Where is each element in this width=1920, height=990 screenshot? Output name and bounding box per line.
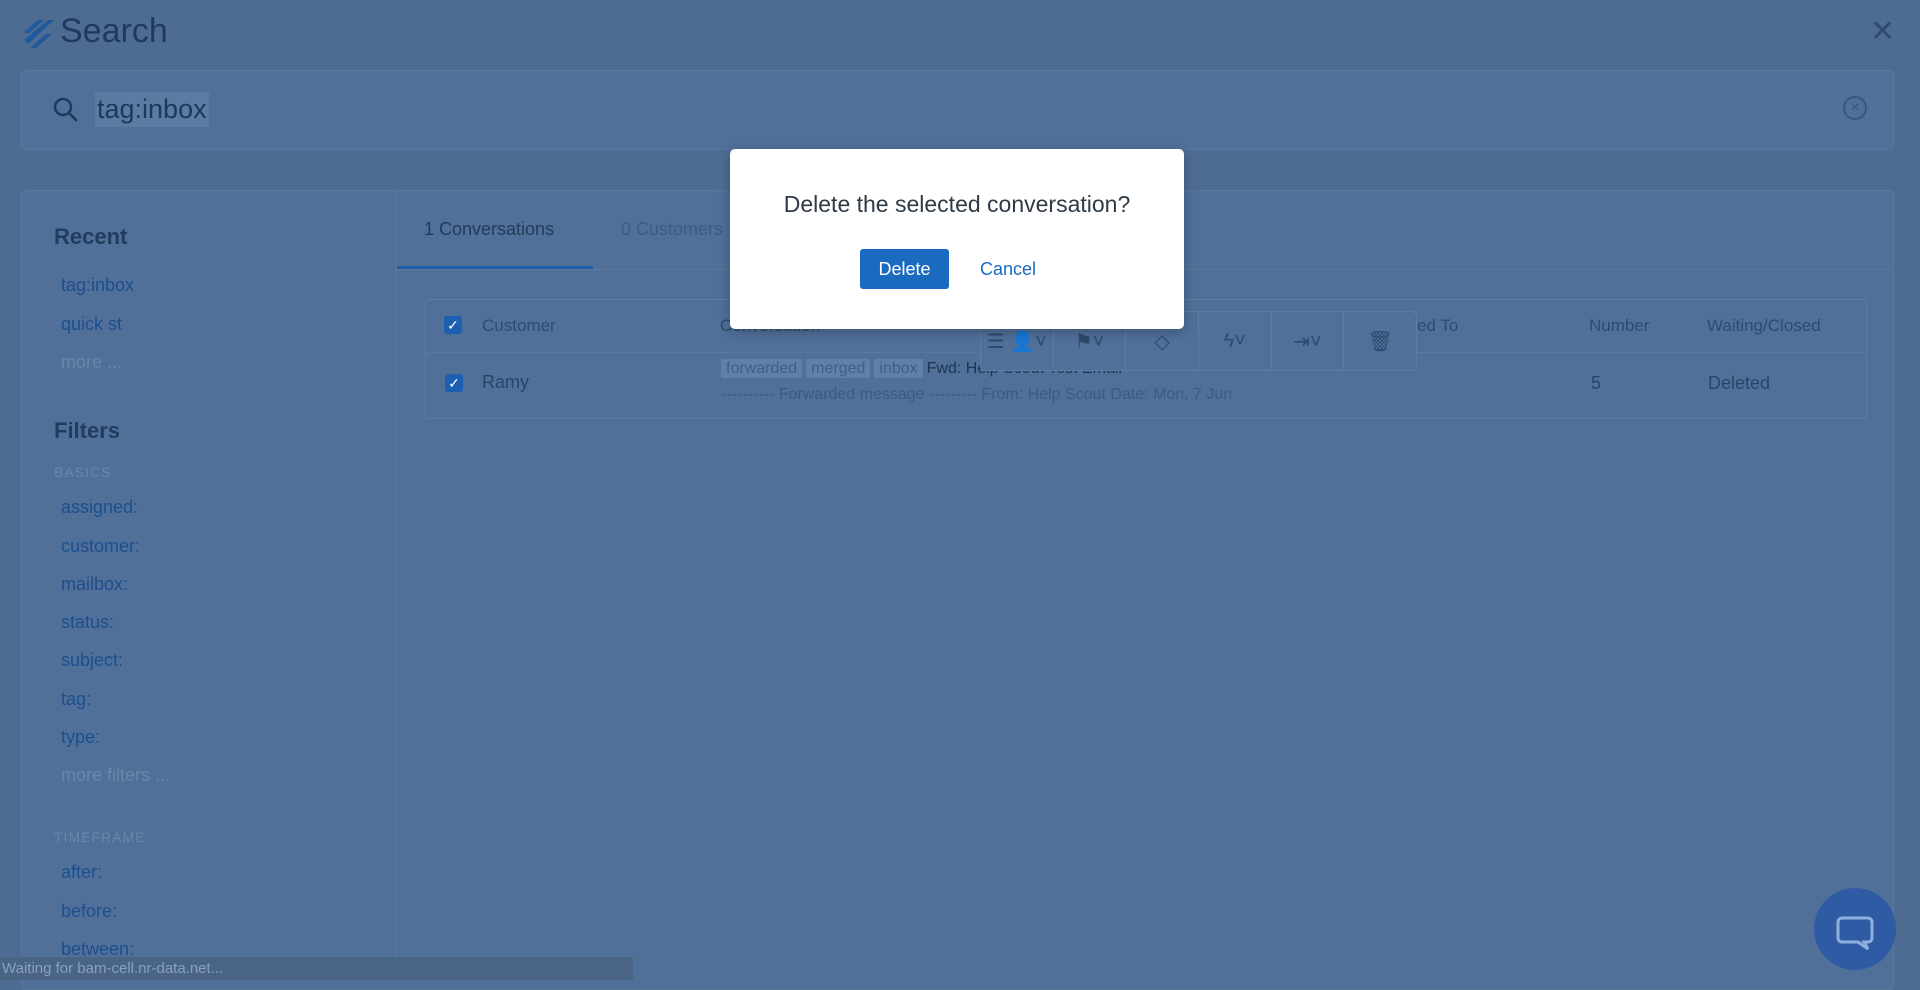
col-number[interactable]: Number [1589,316,1649,336]
filter-mailbox[interactable]: mailbox: [61,574,128,595]
move-icon[interactable]: ⇥˅ [1272,312,1345,370]
filter-subject[interactable]: subject: [61,650,123,671]
more-filters-link[interactable]: more filters ... [61,765,170,786]
clear-circle-icon[interactable]: × [1843,96,1867,120]
tag-badge: inbox [874,359,923,378]
dialog-title: Delete the selected conversation? [783,191,1131,217]
filters-heading: Filters [54,418,121,443]
close-icon[interactable]: ✕ [1870,14,1895,49]
delete-confirm-dialog: Delete the selected conversation? Delete… [730,149,1184,329]
recent-item[interactable]: tag:inbox [61,275,134,296]
search-bar [21,70,1894,150]
chat-icon [1836,916,1874,951]
filter-before[interactable]: before: [61,901,117,922]
tab-customers[interactable]: 0 Customers [621,219,723,240]
row-checkbox[interactable]: ✓ [445,374,463,392]
workflow-icon[interactable]: ϟ˅ [1199,312,1272,370]
help-scout-logo [24,20,54,48]
filter-customer[interactable]: customer: [61,536,140,557]
trash-icon[interactable]: 🗑 [1344,312,1416,370]
delete-button[interactable]: Delete [860,249,949,289]
row-number: 5 [1591,373,1602,393]
tag-badge: forwarded [721,359,803,378]
search-icon [53,97,78,122]
select-all-checkbox[interactable]: ✓ [444,316,462,334]
tab-conversations[interactable]: 1 Conversations [424,219,554,240]
active-tab-indicator [397,266,593,269]
col-customer[interactable]: Customer [482,316,556,336]
chat-beacon-button[interactable] [1814,888,1896,970]
page-title: Search [60,12,168,50]
tag-badge: merged [806,359,871,378]
filter-status[interactable]: status: [61,612,114,633]
col-waiting-closed[interactable]: Waiting/Closed [1707,316,1821,336]
filter-after[interactable]: after: [61,862,102,883]
browser-status-bar: Waiting for bam-cell.nr-data.net... [0,957,633,980]
filter-tag[interactable]: tag: [61,689,91,710]
search-input[interactable]: tag:inbox [95,92,209,127]
filter-assigned[interactable]: assigned: [61,497,138,518]
cancel-button[interactable]: Cancel [980,259,1036,280]
row-status: Deleted [1708,373,1771,393]
row-preview: ---------- Forwarded message --------- F… [721,386,1233,403]
timeframe-label: TIMEFRAME [54,829,146,845]
recent-more-link[interactable]: more ... [61,352,122,373]
filter-type[interactable]: type: [61,727,100,748]
row-customer[interactable]: Ramy [482,372,529,393]
basics-label: BASICS [54,464,112,480]
recent-heading: Recent [54,224,128,249]
recent-item[interactable]: quick st [61,314,122,335]
